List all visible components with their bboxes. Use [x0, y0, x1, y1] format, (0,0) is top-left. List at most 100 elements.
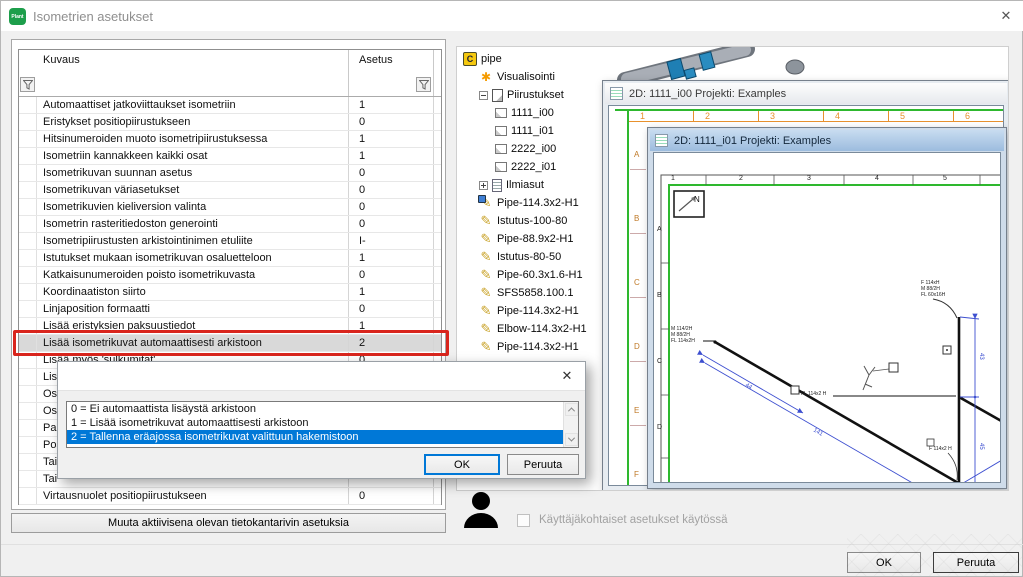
- user-settings-checkbox[interactable]: [517, 514, 530, 527]
- plus-expander-icon[interactable]: [479, 181, 488, 190]
- table-row[interactable]: Lisää eristyksien paksuustiedot1: [19, 318, 441, 335]
- comp-icon: C: [463, 52, 477, 66]
- close-icon[interactable]: ✕: [557, 367, 577, 385]
- tree-item-label: Visualisointi: [497, 71, 555, 83]
- window-titlebar[interactable]: 2D: 1111_i00 Projekti: Examples: [605, 83, 1007, 104]
- listbox-scrollbar[interactable]: [563, 402, 578, 447]
- document-icon: [655, 134, 668, 147]
- filter-funnel-icon[interactable]: [416, 77, 431, 92]
- ruler-marker: D: [657, 424, 662, 431]
- tree-item-label: 2222_i01: [511, 161, 556, 173]
- svg-text:F 114x2 H: F 114x2 H: [929, 446, 952, 452]
- value-option[interactable]: 2 = Tallenna eräajossa isometrikuvat val…: [67, 430, 578, 444]
- pen-icon: [479, 232, 493, 246]
- table-row[interactable]: Isometrikuvan suunnan asetus0: [19, 165, 441, 182]
- isometric-drawing: N M 114/2H M 88/2H FL 114x2H F 114xH M 8…: [654, 153, 1001, 483]
- tree-item-label: Istutus-80-50: [497, 251, 561, 263]
- ruler-marker: 5: [900, 111, 905, 121]
- pen-icon: [479, 286, 493, 300]
- pen-icon: [479, 304, 493, 318]
- value-option[interactable]: 1 = Lisää isometrikuvat automaattisesti …: [67, 416, 578, 430]
- tree-item-label: 2222_i00: [511, 143, 556, 155]
- scroll-down-icon[interactable]: [565, 433, 578, 446]
- dialog-title: Isometrien asetukset: [33, 9, 153, 24]
- table-row[interactable]: Hitsinumeroiden muoto isometripiirustuks…: [19, 131, 441, 148]
- ruler-marker: A: [657, 226, 662, 233]
- tree-item-label: Pipe-114.3x2-H1: [497, 197, 579, 209]
- table-row[interactable]: Isometriin kannakkeen kaikki osat1: [19, 148, 441, 165]
- ruler-marker: E: [634, 406, 639, 415]
- table-row[interactable]: Isometrikuvan väriasetukset0: [19, 182, 441, 199]
- ruler-marker: 6: [965, 111, 970, 121]
- ruler-marker: C: [634, 278, 640, 287]
- table-row[interactable]: Linjaposition formaatti0: [19, 301, 441, 318]
- popup-cancel-button[interactable]: Peruuta: [507, 454, 579, 475]
- close-icon[interactable]: ✕: [995, 7, 1017, 25]
- pen-icon: [479, 322, 493, 336]
- page-icon: [492, 89, 503, 102]
- svg-text:43: 43: [978, 353, 984, 360]
- column-header-asetus[interactable]: Asetus: [348, 50, 433, 73]
- minus-expander-icon[interactable]: [479, 91, 488, 100]
- popup-titlebar: ✕: [58, 362, 585, 391]
- sheet-ruler-left: ABCDEF: [630, 106, 646, 485]
- table-row[interactable]: Lisää isometrikuvat automaattisesti arki…: [19, 335, 441, 352]
- pen-icon: [479, 340, 493, 354]
- value-listbox[interactable]: 0 = Ei automaattista lisäystä arkistoon1…: [66, 401, 579, 448]
- table-header: Kuvaus Asetus: [19, 50, 441, 73]
- table-row[interactable]: Katkaisunumeroiden poisto isometrikuvast…: [19, 267, 441, 284]
- ruler-marker: 4: [875, 175, 879, 182]
- table-row[interactable]: Automaattiset jatkoviittaukset isometrii…: [19, 97, 441, 114]
- table-row[interactable]: Isometripiirustusten arkistointinimen et…: [19, 233, 441, 250]
- scroll-up-icon[interactable]: [565, 403, 578, 416]
- drawing-sheet: N M 114/2H M 88/2H FL 114x2H F 114xH M 8…: [653, 152, 1001, 483]
- penlock-icon: [479, 196, 493, 210]
- value-option[interactable]: 0 = Ei automaattista lisäystä arkistoon: [67, 402, 578, 416]
- ruler-marker: D: [634, 342, 640, 351]
- pen-icon: [479, 268, 493, 282]
- tree-item-label: 1111_i00: [511, 107, 554, 119]
- drawing-window-1111_i01[interactable]: 2D: 1111_i01 Projekti: Examples: [647, 127, 1007, 489]
- ruler-marker: 5: [943, 175, 947, 182]
- ruler-marker: 2: [705, 111, 710, 121]
- svg-text:FL 60x16H: FL 60x16H: [921, 292, 946, 298]
- draw-icon: [495, 126, 507, 136]
- tree-item-label: pipe: [481, 53, 502, 65]
- table-row[interactable]: Koordinaatiston siirto1: [19, 284, 441, 301]
- popup-ok-button[interactable]: OK: [424, 454, 500, 475]
- filter-funnel-icon[interactable]: [20, 77, 35, 92]
- tree-item-label: Elbow-114.3x2-H1: [497, 323, 587, 335]
- edit-active-row-button[interactable]: Muuta aktiivisena olevan tietokantarivin…: [11, 513, 446, 533]
- dialog-titlebar: Plant Isometrien asetukset ✕: [1, 1, 1023, 31]
- ruler-marker: 2: [739, 175, 743, 182]
- column-header-kuvaus[interactable]: Kuvaus: [37, 50, 348, 73]
- table-row[interactable]: Eristykset positiopiirustukseen0: [19, 114, 441, 131]
- window-titlebar[interactable]: 2D: 1111_i01 Projekti: Examples: [650, 130, 1004, 151]
- svg-text:45: 45: [978, 443, 984, 450]
- tree-item-label: Ilmiasut: [506, 179, 544, 191]
- draw-icon: [495, 144, 507, 154]
- tree-item-pipe[interactable]: Cpipe: [461, 50, 651, 68]
- table-filter-row: [19, 73, 441, 97]
- ruler-marker: F: [634, 470, 639, 479]
- tree-item-label: Pipe-114.3x2-H1: [497, 305, 579, 317]
- value-options: 0 = Ei automaattista lisäystä arkistoon1…: [67, 402, 578, 444]
- tbl-icon: [492, 179, 502, 192]
- table-row[interactable]: Istutukset mukaan isometrikuvan osaluett…: [19, 250, 441, 267]
- table-row[interactable]: Isometrikuvien kieliversion valinta0: [19, 199, 441, 216]
- table-row[interactable]: Isometrin rasteritiedoston generointi0: [19, 216, 441, 233]
- tree-item-label: Pipe-88.9x2-H1: [497, 233, 573, 245]
- watermark-pattern: [847, 534, 1022, 576]
- ruler-marker: 4: [835, 111, 840, 121]
- table-row[interactable]: Virtausnuolet positiopiirustukseen0: [19, 488, 441, 505]
- north-label: N: [694, 195, 700, 204]
- value-select-dialog: ✕ 0 = Ei automaattista lisäystä arkistoo…: [57, 361, 586, 479]
- ruler-marker: 3: [770, 111, 775, 121]
- ruler-marker: B: [657, 292, 662, 299]
- tree-item-label: Pipe-60.3x1.6-H1: [497, 269, 583, 281]
- pen-icon: [479, 250, 493, 264]
- ruler-marker: 3: [807, 175, 811, 182]
- 3d-pipe-preview: [617, 47, 867, 80]
- ruler-marker: 1: [671, 175, 675, 182]
- user-settings-checkbox-label: Käyttäjäkohtaiset asetukset käytössä: [539, 514, 728, 526]
